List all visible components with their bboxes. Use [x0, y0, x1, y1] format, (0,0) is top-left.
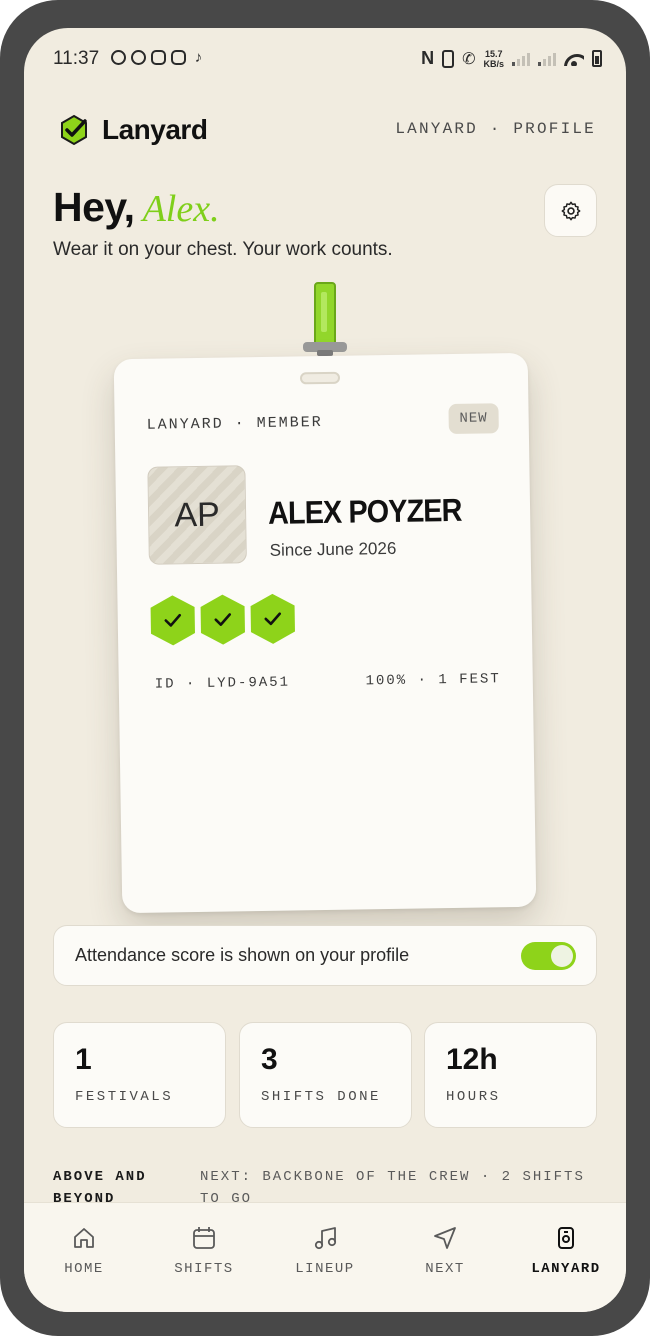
breadcrumb: LANYARD · PROFILE: [395, 120, 596, 138]
brand-name: Lanyard: [102, 114, 208, 145]
nav-item-shifts[interactable]: SHIFTS: [149, 1225, 259, 1277]
greeting-name: Alex.: [142, 188, 220, 230]
whatsapp-icon: [111, 50, 126, 65]
home-icon: [74, 1228, 94, 1248]
check-hex-icon[interactable]: [149, 594, 196, 647]
stat-label: FESTIVALS: [75, 1089, 174, 1105]
badge-icon: [558, 1227, 574, 1249]
member-name: ALEX POYZER: [267, 491, 462, 531]
stat-value: 12h: [446, 1043, 498, 1076]
wifi-call-icon: ✆: [462, 50, 476, 68]
bottom-nav: HOME SHIFTS LINEUP NEXT LANYARD: [24, 1202, 626, 1312]
greeting-hey: Hey,: [53, 184, 135, 230]
member-since: Since June 2026: [269, 538, 397, 560]
network-speed: 15.7 KB/s: [483, 49, 504, 69]
nav-label: SHIFTS: [174, 1261, 234, 1277]
badge-label: LANYARD · MEMBER: [146, 414, 323, 434]
toggle-knob: [551, 945, 573, 967]
status-app-icons: ♪: [111, 50, 206, 65]
calendar-icon: [193, 1227, 215, 1249]
status-indicators: N ✆ 15.7 KB/s: [421, 48, 602, 69]
nav-label: LINEUP: [295, 1261, 355, 1277]
phone-frame: 11:37 ♪ N ✆ 15.7 KB/s Lanyard LANYARD · …: [0, 0, 650, 1336]
avatar-initials: AP: [174, 495, 221, 534]
new-badge: NEW: [448, 403, 499, 435]
nfc-icon: N: [421, 48, 435, 68]
badge-stat: 100% · 1 FEST: [365, 671, 501, 690]
attendance-visibility-row: Attendance score is shown on your profil…: [53, 925, 597, 986]
messenger-icon: [131, 50, 146, 65]
youtube-icon: [171, 50, 186, 65]
brand[interactable]: Lanyard: [58, 114, 208, 146]
tagline: Wear it on your chest. Your work counts.: [53, 239, 393, 260]
network-speed-unit: KB/s: [483, 58, 504, 69]
status-time: 11:37: [53, 48, 100, 69]
nav-label: HOME: [64, 1261, 104, 1277]
music-note-icon: [314, 1227, 337, 1250]
instagram-icon: [151, 50, 166, 65]
nav-item-lineup[interactable]: LINEUP: [270, 1225, 380, 1277]
attendance-visibility-toggle[interactable]: [521, 942, 576, 970]
gear-icon: [561, 201, 580, 220]
achievement-badges: [149, 592, 296, 646]
stat-label: SHIFTS DONE: [261, 1089, 381, 1105]
stat-card-hours: 12h HOURS: [424, 1022, 597, 1128]
badge-id: ID · LYD-9A51: [154, 674, 291, 693]
stat-label: HOURS: [446, 1089, 501, 1105]
signal-icon-2: [538, 52, 556, 66]
nav-item-home[interactable]: HOME: [29, 1225, 139, 1277]
stat-value: 3: [261, 1043, 278, 1076]
check-hex-icon[interactable]: [199, 593, 246, 646]
badge-slot: [299, 371, 341, 385]
nav-item-lanyard[interactable]: LANYARD: [511, 1225, 621, 1277]
lanyard-strap: [314, 282, 336, 348]
nav-label: LANYARD: [531, 1261, 601, 1277]
attendance-visibility-label: Attendance score is shown on your profil…: [75, 945, 410, 965]
avatar: AP: [147, 465, 247, 565]
status-bar: 11:37 ♪ N ✆ 15.7 KB/s: [24, 28, 626, 92]
stat-card-festivals: 1 FESTIVALS: [53, 1022, 226, 1128]
settings-button[interactable]: [544, 184, 597, 237]
screen: 11:37 ♪ N ✆ 15.7 KB/s Lanyard LANYARD · …: [24, 28, 626, 1312]
network-speed-value: 15.7: [484, 48, 503, 59]
greeting: Hey, Alex.: [53, 184, 220, 231]
check-hex-icon[interactable]: [249, 592, 296, 645]
stat-card-shifts: 3 SHIFTS DONE: [239, 1022, 412, 1128]
nav-item-next[interactable]: NEXT: [390, 1225, 500, 1277]
tiktok-icon: ♪: [194, 49, 203, 66]
nav-label: NEXT: [425, 1261, 465, 1277]
wifi-icon: [564, 52, 584, 66]
vibrate-icon: [442, 49, 455, 68]
badge-card[interactable]: LANYARD · MEMBER NEW AP ALEX POYZER Sinc…: [113, 352, 537, 914]
navigation-arrow-icon: [434, 1227, 456, 1249]
battery-icon: [592, 50, 602, 67]
stat-value: 1: [75, 1043, 92, 1076]
brand-check-icon: [61, 114, 87, 146]
signal-icon: [512, 52, 530, 66]
